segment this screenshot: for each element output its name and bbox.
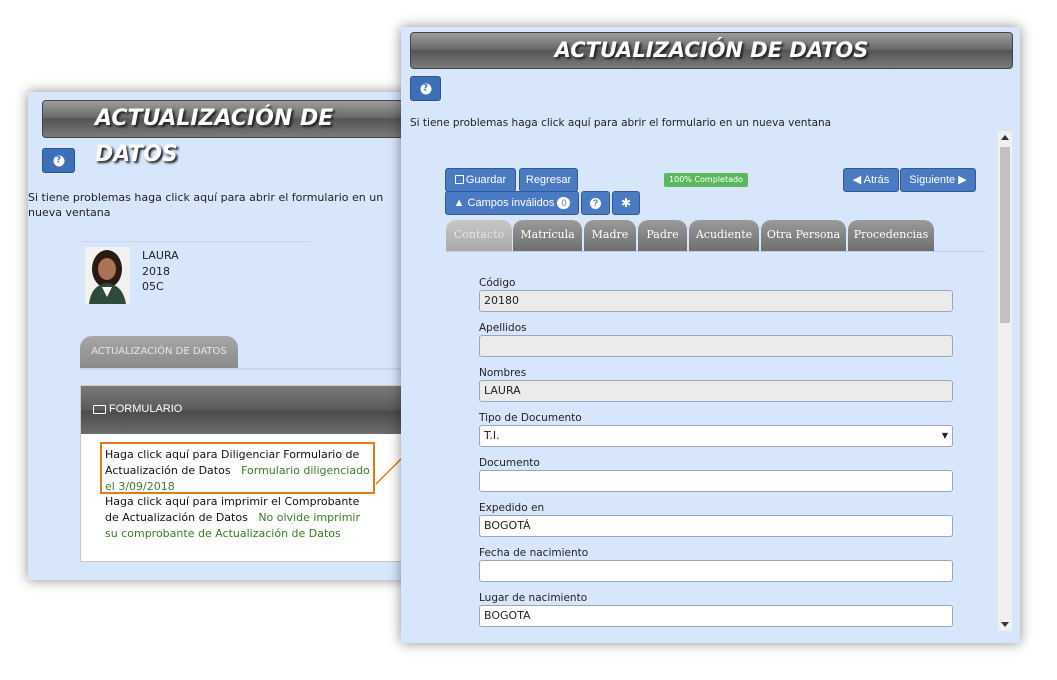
save-label: Guardar bbox=[465, 174, 507, 186]
formulario-panel: FORMULARIO Haga click aquí para Diligenc… bbox=[80, 385, 410, 562]
avatar bbox=[85, 247, 130, 304]
arrow-left-icon: ◀ bbox=[852, 174, 862, 186]
invalid-count-badge: 0 bbox=[557, 197, 571, 209]
student-name: LAURA bbox=[142, 249, 179, 262]
scroll-up-arrow[interactable] bbox=[1001, 135, 1009, 140]
question-icon: ? bbox=[53, 155, 64, 166]
settings-button[interactable]: ✱ bbox=[612, 191, 640, 215]
tab-actualizacion[interactable]: ACTUALIZACIÓN DE DATOS bbox=[80, 336, 238, 368]
panel-title: FORMULARIO bbox=[109, 403, 183, 415]
nombres-label: Nombres bbox=[479, 367, 527, 379]
apellidos-label: Apellidos bbox=[479, 322, 527, 334]
tab-contacto[interactable]: Contacto bbox=[446, 220, 512, 251]
tab-madre[interactable]: Madre bbox=[584, 220, 636, 251]
scroll-thumb[interactable] bbox=[1000, 147, 1010, 323]
help-link[interactable]: Si tiene problemas haga click aquí para … bbox=[410, 117, 831, 129]
tabs-underline bbox=[446, 251, 986, 252]
progress-bar: 100% Completado bbox=[664, 173, 748, 187]
expedido-field[interactable]: BOGOTÁ bbox=[479, 515, 953, 537]
question-icon: ? bbox=[590, 198, 601, 209]
apellidos-field[interactable] bbox=[479, 335, 953, 357]
id-card-icon bbox=[93, 405, 106, 414]
tab-underline bbox=[80, 368, 410, 370]
dropdown-arrow-icon: ▼ bbox=[941, 431, 948, 440]
scroll-down-arrow[interactable] bbox=[1001, 622, 1009, 627]
lugar-nacimiento-field[interactable]: BOGOTA bbox=[479, 605, 953, 627]
prev-label: Atrás bbox=[863, 174, 890, 186]
gear-icon: ✱ bbox=[620, 196, 632, 210]
background-window: ACTUALIZACIÓN DE DATOS ? Si tiene proble… bbox=[28, 92, 410, 580]
scrollbar[interactable] bbox=[998, 131, 1012, 631]
student-year: 2018 bbox=[142, 265, 170, 278]
tab-matricula[interactable]: Matrícula bbox=[513, 220, 582, 251]
tab-padre[interactable]: Padre bbox=[638, 220, 687, 251]
prev-button[interactable]: ◀ Atrás bbox=[843, 168, 899, 192]
lugar-nacimiento-label: Lugar de nacimiento bbox=[479, 592, 588, 604]
documento-field[interactable] bbox=[479, 470, 953, 492]
codigo-field[interactable]: 20180 bbox=[479, 290, 953, 312]
documento-label: Documento bbox=[479, 457, 540, 469]
tab-otra-persona[interactable]: Otra Persona bbox=[761, 220, 846, 251]
help-toolbar-button[interactable]: ? bbox=[581, 191, 610, 215]
divider bbox=[80, 241, 310, 242]
page-title: ACTUALIZACIÓN DE DATOS bbox=[410, 32, 1013, 69]
imprimir-link[interactable]: Haga click aquí para imprimir el Comprob… bbox=[105, 494, 373, 542]
help-link[interactable]: Si tiene problemas haga click aquí para … bbox=[28, 190, 410, 220]
codigo-label: Código bbox=[479, 277, 516, 289]
next-label: Siguiente bbox=[909, 174, 956, 186]
invalid-fields-label: Campos inválidos bbox=[467, 197, 555, 209]
nombres-field[interactable]: LAURA bbox=[479, 380, 953, 402]
foreground-window: ACTUALIZACIÓN DE DATOS ? Si tiene proble… bbox=[401, 27, 1020, 643]
warning-icon: ▲ bbox=[453, 197, 465, 209]
panel-header: FORMULARIO bbox=[81, 386, 410, 434]
page-title: ACTUALIZACIÓN DE DATOS bbox=[42, 100, 410, 167]
back-button[interactable]: Regresar bbox=[519, 168, 578, 192]
expedido-label: Expedido en bbox=[479, 502, 545, 514]
tipo-documento-select[interactable]: T.I. ▼ bbox=[479, 425, 953, 447]
tipo-documento-label: Tipo de Documento bbox=[479, 412, 582, 424]
arrow-right-icon: ▶ bbox=[958, 174, 967, 186]
diligenciar-link[interactable]: Haga click aquí para Diligenciar Formula… bbox=[105, 447, 380, 495]
tab-acudiente[interactable]: Acudiente bbox=[689, 220, 759, 251]
save-button[interactable]: Guardar bbox=[445, 168, 516, 192]
help-button[interactable]: ? bbox=[410, 76, 441, 101]
tipo-documento-value: T.I. bbox=[484, 429, 500, 442]
next-button[interactable]: Siguiente ▶ bbox=[900, 168, 976, 192]
fecha-nacimiento-field[interactable] bbox=[479, 560, 953, 582]
question-icon: ? bbox=[420, 83, 431, 94]
help-button[interactable]: ? bbox=[42, 148, 75, 173]
progress-fill: 100% Completado bbox=[664, 173, 748, 187]
tab-procedencias[interactable]: Procedencias bbox=[848, 220, 934, 251]
fecha-nacimiento-label: Fecha de nacimiento bbox=[479, 547, 589, 559]
invalid-fields-button[interactable]: ▲ Campos inválidos 0 bbox=[445, 191, 579, 215]
student-group: 05C bbox=[142, 280, 164, 293]
floppy-icon bbox=[454, 175, 464, 184]
